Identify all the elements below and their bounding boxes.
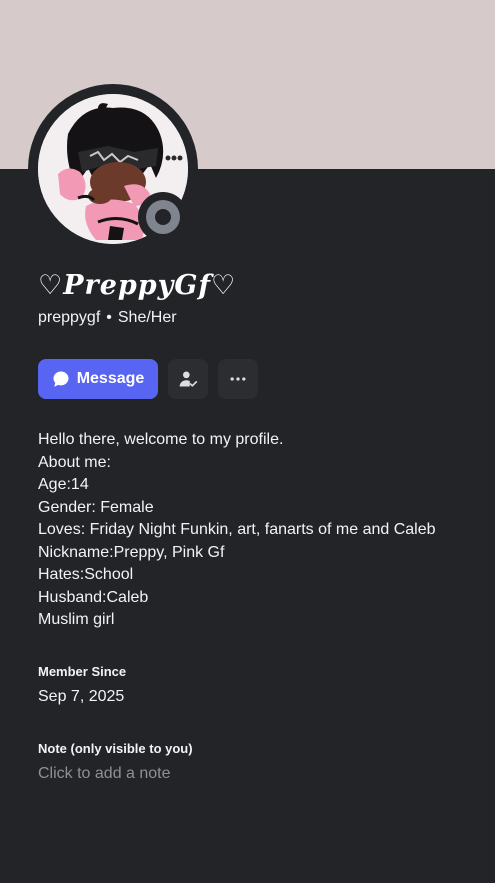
note-label: Note (only visible to you) xyxy=(38,741,193,756)
more-horizontal-icon xyxy=(230,377,246,381)
bio-line: Nickname:Preppy, Pink Gf xyxy=(38,543,225,561)
bio-line: About me: xyxy=(38,453,111,471)
pronouns: She/Her xyxy=(117,309,177,326)
friend-button[interactable] xyxy=(168,359,208,399)
message-button[interactable]: Message xyxy=(38,359,158,399)
bio-line: Age:14 xyxy=(38,476,89,493)
bio-line: Loves: Friday Night Funkin, art, fanarts… xyxy=(38,521,436,538)
bio-line: Husband:Caleb xyxy=(38,588,149,606)
bio-line: Muslim girl xyxy=(38,611,115,628)
member-since-value: Sep 7, 2025 xyxy=(38,688,125,705)
status-hole xyxy=(155,209,171,225)
bio: Hello there, welcome to my profile. Abou… xyxy=(38,429,478,632)
more-options-button[interactable] xyxy=(218,359,258,399)
username-line: preppygf • She/Her xyxy=(38,309,177,327)
bio-line: Hello there, welcome to my profile. xyxy=(38,431,284,448)
member-since-label: Member Since xyxy=(38,664,127,679)
bio-line: Gender: Female xyxy=(38,498,154,516)
chat-bubble-icon xyxy=(53,371,69,387)
bio-line: Hates:School xyxy=(38,566,134,583)
display-name: ♡PreppyGf♡ xyxy=(38,270,237,301)
add-friend-icon xyxy=(179,371,198,387)
separator-dot: • xyxy=(106,309,112,326)
username[interactable]: preppygf xyxy=(38,309,100,326)
message-button-label: Message xyxy=(76,370,145,387)
note-input[interactable]: Click to add a note xyxy=(38,765,458,789)
